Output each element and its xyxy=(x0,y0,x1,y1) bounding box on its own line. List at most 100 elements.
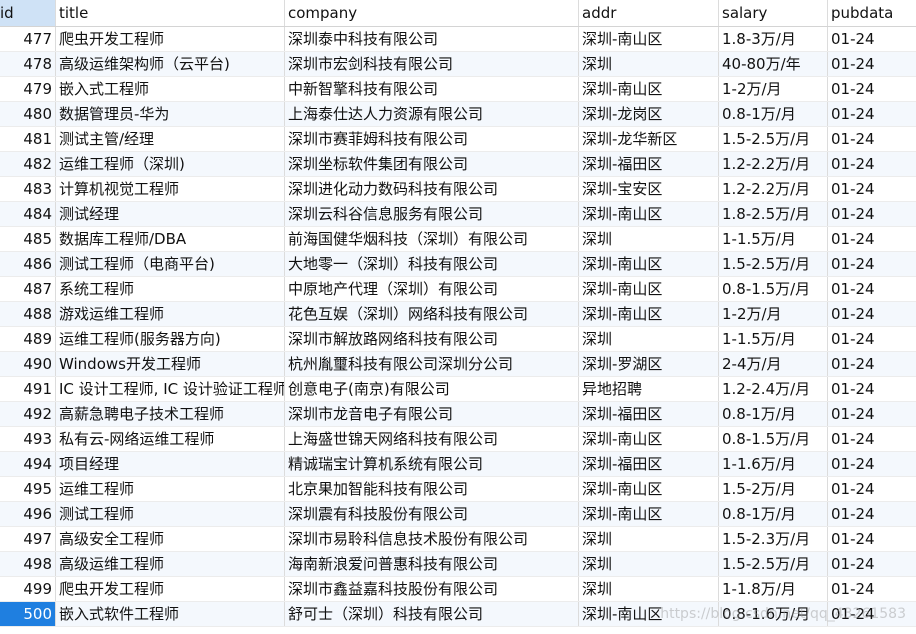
cell-id[interactable]: 481 xyxy=(0,127,56,151)
table-row[interactable]: 493 私有云-网络运维工程师 上海盛世锦天网络科技有限公司 深圳-南山区 0.8-1.… xyxy=(0,427,916,452)
table-row[interactable]: 495 运维工程师 北京果加智能科技有限公司 深圳-南山区 1.5-2万/月 01-24 xyxy=(0,477,916,502)
cell-company[interactable]: 上海泰仕达人力资源有限公司 xyxy=(285,102,579,126)
cell-title[interactable]: 嵌入式工程师 xyxy=(56,77,285,101)
cell-pubdata[interactable]: 01-24 xyxy=(828,177,916,201)
cell-addr[interactable]: 深圳-福田区 xyxy=(579,452,719,476)
cell-salary[interactable]: 1.2-2.2万/月 xyxy=(719,177,828,201)
cell-salary[interactable]: 1-1.8万/月 xyxy=(719,577,828,601)
cell-title[interactable]: 高级安全工程师 xyxy=(56,527,285,551)
cell-id[interactable]: 500 xyxy=(0,602,56,626)
cell-addr[interactable]: 深圳-南山区 xyxy=(579,477,719,501)
table-row[interactable]: 488 游戏运维工程师 花色互娱（深圳）网络科技有限公司 深圳-南山区 1-2万/月 01… xyxy=(0,302,916,327)
cell-addr[interactable]: 深圳-南山区 xyxy=(579,27,719,51)
cell-salary[interactable]: 0.8-1.5万/月 xyxy=(719,427,828,451)
cell-salary[interactable]: 1.5-2.5万/月 xyxy=(719,127,828,151)
cell-salary[interactable]: 1.5-2.3万/月 xyxy=(719,527,828,551)
cell-company[interactable]: 北京果加智能科技有限公司 xyxy=(285,477,579,501)
cell-company[interactable]: 深圳震有科技股份有限公司 xyxy=(285,502,579,526)
cell-addr[interactable]: 深圳-龙华新区 xyxy=(579,127,719,151)
cell-pubdata[interactable]: 01-24 xyxy=(828,27,916,51)
cell-id[interactable]: 483 xyxy=(0,177,56,201)
table-row[interactable]: 496 测试工程师 深圳震有科技股份有限公司 深圳-南山区 0.8-1万/月 01-24 xyxy=(0,502,916,527)
cell-company[interactable]: 深圳市赛菲姆科技有限公司 xyxy=(285,127,579,151)
cell-company[interactable]: 深圳市鑫益嘉科技股份有限公司 xyxy=(285,577,579,601)
cell-title[interactable]: 私有云-网络运维工程师 xyxy=(56,427,285,451)
cell-salary[interactable]: 1-1.5万/月 xyxy=(719,227,828,251)
cell-addr[interactable]: 深圳-罗湖区 xyxy=(579,352,719,376)
cell-addr[interactable]: 深圳-南山区 xyxy=(579,427,719,451)
cell-salary[interactable]: 1-2万/月 xyxy=(719,77,828,101)
cell-title[interactable]: 测试主管/经理 xyxy=(56,127,285,151)
cell-addr[interactable]: 深圳 xyxy=(579,227,719,251)
cell-company[interactable]: 深圳云科谷信息服务有限公司 xyxy=(285,202,579,226)
cell-title[interactable]: 计算机视觉工程师 xyxy=(56,177,285,201)
cell-pubdata[interactable]: 01-24 xyxy=(828,227,916,251)
cell-salary[interactable]: 2-4万/月 xyxy=(719,352,828,376)
cell-company[interactable]: 深圳市易聆科信息技术股份有限公司 xyxy=(285,527,579,551)
cell-pubdata[interactable]: 01-24 xyxy=(828,127,916,151)
cell-title[interactable]: 测试工程师（电商平台) xyxy=(56,252,285,276)
cell-salary[interactable]: 1.2-2.2万/月 xyxy=(719,152,828,176)
cell-pubdata[interactable]: 01-24 xyxy=(828,402,916,426)
cell-pubdata[interactable]: 01-24 xyxy=(828,577,916,601)
column-header-title[interactable]: title xyxy=(56,0,285,26)
cell-title[interactable]: 游戏运维工程师 xyxy=(56,302,285,326)
cell-id[interactable]: 496 xyxy=(0,502,56,526)
table-row[interactable]: 482 运维工程师（深圳) 深圳坐标软件集团有限公司 深圳-福田区 1.2-2.2万/月… xyxy=(0,152,916,177)
cell-id[interactable]: 479 xyxy=(0,77,56,101)
table-row[interactable]: 477 爬虫开发工程师 深圳泰中科技有限公司 深圳-南山区 1.8-3万/月 01-24 xyxy=(0,27,916,52)
cell-company[interactable]: 舒可士（深圳）科技有限公司 xyxy=(285,602,579,626)
cell-pubdata[interactable]: 01-24 xyxy=(828,102,916,126)
cell-salary[interactable]: 1.5-2.5万/月 xyxy=(719,552,828,576)
cell-title[interactable]: 爬虫开发工程师 xyxy=(56,577,285,601)
column-header-salary[interactable]: salary xyxy=(719,0,828,26)
cell-addr[interactable]: 深圳-福田区 xyxy=(579,152,719,176)
cell-company[interactable]: 精诚瑞宝计算机系统有限公司 xyxy=(285,452,579,476)
cell-company[interactable]: 深圳泰中科技有限公司 xyxy=(285,27,579,51)
cell-company[interactable]: 深圳市龙音电子有限公司 xyxy=(285,402,579,426)
cell-pubdata[interactable]: 01-24 xyxy=(828,452,916,476)
cell-title[interactable]: 测试经理 xyxy=(56,202,285,226)
cell-id[interactable]: 491 xyxy=(0,377,56,401)
cell-company[interactable]: 深圳市宏剑科技有限公司 xyxy=(285,52,579,76)
cell-id[interactable]: 477 xyxy=(0,27,56,51)
cell-title[interactable]: 运维工程师 xyxy=(56,477,285,501)
cell-title[interactable]: IC 设计工程师, IC 设计验证工程师 xyxy=(56,377,285,401)
cell-salary[interactable]: 0.8-1万/月 xyxy=(719,102,828,126)
cell-salary[interactable]: 0.8-1万/月 xyxy=(719,502,828,526)
cell-id[interactable]: 487 xyxy=(0,277,56,301)
cell-addr[interactable]: 深圳-宝安区 xyxy=(579,177,719,201)
cell-title[interactable]: 高薪急聘电子技术工程师 xyxy=(56,402,285,426)
table-row[interactable]: 499 爬虫开发工程师 深圳市鑫益嘉科技股份有限公司 深圳 1-1.8万/月 01-24 xyxy=(0,577,916,602)
cell-pubdata[interactable]: 01-24 xyxy=(828,602,916,626)
cell-addr[interactable]: 深圳-南山区 xyxy=(579,202,719,226)
cell-id[interactable]: 478 xyxy=(0,52,56,76)
cell-title[interactable]: 嵌入式软件工程师 xyxy=(56,602,285,626)
cell-id[interactable]: 493 xyxy=(0,427,56,451)
cell-salary[interactable]: 1-2万/月 xyxy=(719,302,828,326)
cell-title[interactable]: 爬虫开发工程师 xyxy=(56,27,285,51)
cell-pubdata[interactable]: 01-24 xyxy=(828,477,916,501)
table-row[interactable]: 483 计算机视觉工程师 深圳进化动力数码科技有限公司 深圳-宝安区 1.2-2.2万/… xyxy=(0,177,916,202)
cell-salary[interactable]: 1.5-2.5万/月 xyxy=(719,252,828,276)
cell-pubdata[interactable]: 01-24 xyxy=(828,202,916,226)
cell-pubdata[interactable]: 01-24 xyxy=(828,502,916,526)
cell-id[interactable]: 494 xyxy=(0,452,56,476)
table-row[interactable]: 497 高级安全工程师 深圳市易聆科信息技术股份有限公司 深圳 1.5-2.3万/月 01… xyxy=(0,527,916,552)
cell-pubdata[interactable]: 01-24 xyxy=(828,552,916,576)
table-row[interactable]: 498 高级运维工程师 海南新浪爱问普惠科技有限公司 深圳 1.5-2.5万/月 01-2… xyxy=(0,552,916,577)
cell-addr[interactable]: 深圳-南山区 xyxy=(579,277,719,301)
cell-id[interactable]: 488 xyxy=(0,302,56,326)
cell-company[interactable]: 深圳市解放路网络科技有限公司 xyxy=(285,327,579,351)
cell-title[interactable]: Windows开发工程师 xyxy=(56,352,285,376)
cell-pubdata[interactable]: 01-24 xyxy=(828,327,916,351)
cell-id[interactable]: 482 xyxy=(0,152,56,176)
cell-title[interactable]: 高级运维架构师（云平台) xyxy=(56,52,285,76)
cell-addr[interactable]: 深圳 xyxy=(579,527,719,551)
cell-salary[interactable]: 1-1.6万/月 xyxy=(719,452,828,476)
cell-title[interactable]: 项目经理 xyxy=(56,452,285,476)
cell-addr[interactable]: 深圳-南山区 xyxy=(579,602,719,626)
column-header-company[interactable]: company xyxy=(285,0,579,26)
column-header-addr[interactable]: addr xyxy=(579,0,719,26)
table-row[interactable]: 485 数据库工程师/DBA 前海国健华烟科技（深圳）有限公司 深圳 1-1.5万/月 0… xyxy=(0,227,916,252)
